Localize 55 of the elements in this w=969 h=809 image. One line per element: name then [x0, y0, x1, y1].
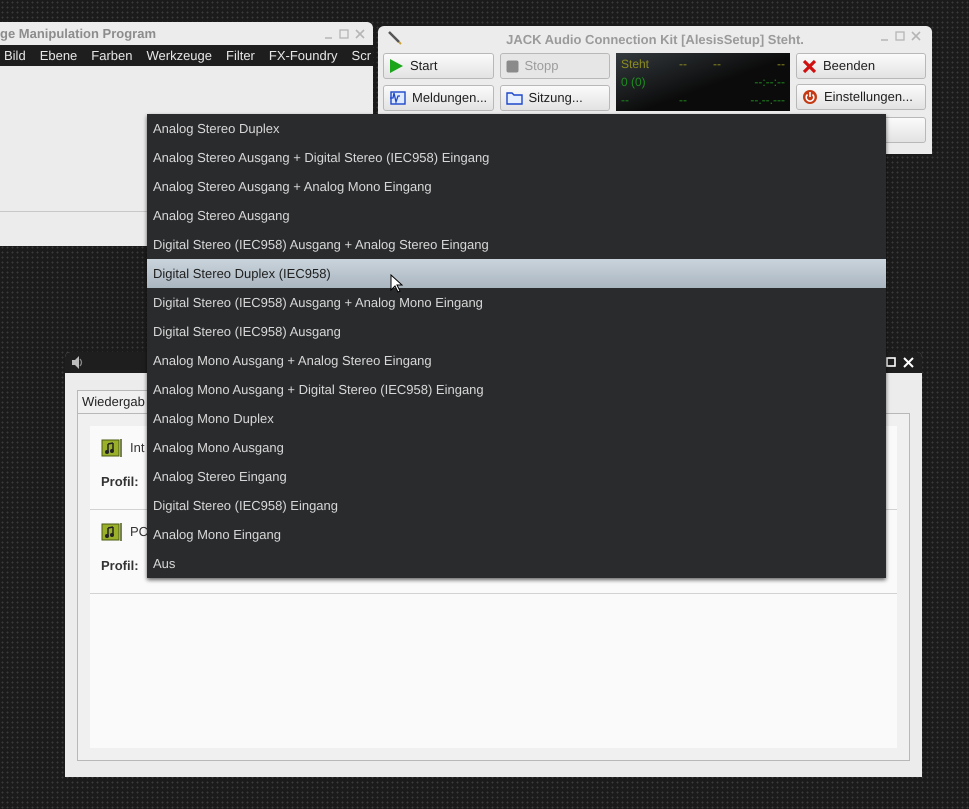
menu-item[interactable]: Werkzeuge	[146, 46, 212, 66]
menu-item[interactable]: Farben	[91, 46, 132, 66]
play-icon	[389, 58, 404, 74]
window-title: ge Manipulation Program	[0, 24, 156, 43]
menu-item[interactable]: Analog Stereo Ausgang + Digital Stereo (IEC958) Eingang	[147, 143, 886, 172]
tab[interactable]: Wiedergab	[77, 390, 150, 413]
button[interactable]: Sitzung...	[500, 84, 610, 110]
menu-item[interactable]: Digital Stereo (IEC958) Ausgang + Analog Mono Eingang	[147, 288, 886, 317]
profile-label: Profil:	[101, 473, 139, 491]
sound-card-icon	[101, 522, 124, 542]
cable-icon	[387, 30, 403, 46]
menu-item[interactable]: Analog Stereo Duplex	[147, 114, 886, 143]
profile-label: Profil:	[101, 557, 139, 575]
menu-item[interactable]: Bild	[4, 46, 26, 66]
device-name: Int	[130, 439, 144, 458]
status-text: --.--.---	[750, 92, 785, 109]
menu-item[interactable]: Ebene	[40, 46, 78, 66]
menu-item[interactable]: Analog Mono Ausgang + Analog Stereo Eingang	[147, 346, 886, 375]
power-icon	[802, 89, 818, 105]
menu-item[interactable]: Filter	[226, 46, 255, 66]
menu-item[interactable]: FX-Foundry	[268, 46, 338, 66]
menu-item[interactable]: Aus	[147, 549, 886, 578]
button[interactable]: Meldungen...	[383, 84, 494, 110]
speaker-icon	[70, 355, 84, 370]
menu-item[interactable]: Digital Stereo (IEC958) Ausgang + Analog Stereo Eingang	[147, 230, 886, 259]
sound-card-icon	[101, 438, 124, 458]
menu-item[interactable]: Analog Stereo Ausgang + Analog Mono Eingang	[147, 172, 886, 201]
menu-item[interactable]: Analog Mono Ausgang + Digital Stereo (IEC958) Eingang	[147, 375, 886, 404]
device-name: PC	[130, 523, 148, 542]
menu-item[interactable]: Analog Mono Duplex	[147, 404, 886, 433]
window-title: JACK Audio Connection Kit [AlesisSetup] Steht.	[506, 30, 804, 49]
stop-icon	[506, 60, 518, 72]
menu-item[interactable]: Digital Stereo (IEC958) Eingang	[147, 491, 886, 520]
menu-item[interactable]: Analog Stereo Ausgang	[147, 201, 886, 230]
close-icon	[802, 58, 817, 74]
menu-item[interactable]: Analog Mono Eingang	[147, 520, 886, 549]
menu-item[interactable]: Digital Stereo (IEC958) Ausgang	[147, 317, 886, 346]
status-text: --	[679, 92, 687, 109]
button[interactable]: Einstellungen...	[796, 84, 926, 110]
menu-item[interactable]: Analog Mono Ausgang	[147, 433, 886, 462]
status-text: 0 (0)	[621, 74, 646, 91]
status-text: --	[679, 56, 687, 73]
folder-icon	[506, 90, 522, 104]
status-text: Steht	[621, 56, 650, 73]
mouse-cursor-icon	[390, 274, 403, 293]
status-text: --:--:--	[754, 74, 785, 91]
button[interactable]: Beenden	[796, 53, 926, 79]
status-text: --	[713, 56, 721, 73]
status-text: --	[621, 92, 629, 109]
menu-item[interactable]: Scr	[352, 46, 372, 66]
menu-item[interactable]: Analog Stereo Eingang	[147, 462, 886, 491]
button[interactable]: Start	[383, 53, 494, 79]
log-window-icon	[389, 90, 406, 105]
status-text: --	[777, 56, 785, 73]
menu-item[interactable]: Digital Stereo Duplex (IEC958)	[147, 259, 886, 288]
